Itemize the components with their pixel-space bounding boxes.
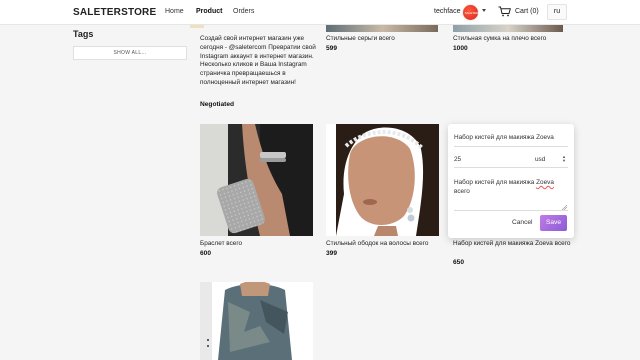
select-arrows-icon[interactable]: ▲ ▼ <box>562 155 566 163</box>
product-title[interactable]: Браслет всего <box>200 240 242 249</box>
divider <box>454 167 568 168</box>
currency-select[interactable]: usd <box>535 156 545 163</box>
cart-icon[interactable] <box>498 6 511 17</box>
product-title[interactable]: Набор кистей для макияжа Zoeva всего <box>453 240 570 249</box>
description-textarea[interactable]: Набор кистей для макияжа Zoeva всего <box>454 178 568 210</box>
chevron-down-icon[interactable] <box>482 9 486 12</box>
product-title[interactable]: Стильные серьги всего <box>326 35 442 44</box>
show-all-button[interactable]: SHOW ALL... <box>73 46 187 60</box>
brand-logo[interactable]: SALETERSTORE <box>73 7 156 18</box>
tags-heading: Tags <box>73 29 94 39</box>
language-selector[interactable]: ru <box>547 4 567 20</box>
description-misspelled-word: Zoeva <box>536 179 554 186</box>
divider <box>454 210 568 211</box>
product-image[interactable] <box>326 25 438 32</box>
product-title[interactable]: Создай свой интернет магазин уже сегодня… <box>200 35 316 88</box>
avatar[interactable]: SALETER <box>462 4 479 21</box>
edit-product-popup: Набор кистей для макияжа Zoeva 25 usd ▲ ▼… <box>448 124 574 238</box>
top-navbar: SALETERSTORE Home Product Orders techfac… <box>0 0 640 25</box>
description-text: Набор кистей для макияжа <box>454 179 535 186</box>
product-image[interactable] <box>326 124 439 236</box>
price-input[interactable]: 25 <box>454 156 461 163</box>
selection-edge <box>190 25 204 28</box>
nav-link-product[interactable]: Product <box>196 8 222 15</box>
username[interactable]: techface <box>434 8 460 15</box>
description-text-end: всего <box>454 188 470 195</box>
divider <box>454 146 568 147</box>
product-price: Negotiated <box>200 101 235 108</box>
product-image[interactable] <box>200 124 313 236</box>
product-price: 650 <box>453 259 465 266</box>
nav-link-home[interactable]: Home <box>165 8 184 15</box>
product-price: 599 <box>326 45 338 52</box>
product-price: 399 <box>326 250 338 257</box>
avatar-text: SALETER <box>464 11 479 15</box>
product-image[interactable] <box>453 25 563 32</box>
product-price: 600 <box>200 250 212 257</box>
save-button[interactable]: Save <box>540 215 567 231</box>
product-title[interactable]: Стильная сумка на плечо всего <box>453 35 569 44</box>
product-price: 1000 <box>453 45 468 52</box>
cancel-button[interactable]: Cancel <box>512 219 533 226</box>
product-title[interactable]: Стильный ободок на волосы всего <box>326 240 428 249</box>
product-image[interactable] <box>200 282 313 360</box>
nav-link-orders[interactable]: Orders <box>233 8 254 15</box>
product-name-input[interactable]: Набор кистей для макияжа Zoeva <box>454 134 554 141</box>
cart-link[interactable]: Cart (0) <box>515 8 539 15</box>
